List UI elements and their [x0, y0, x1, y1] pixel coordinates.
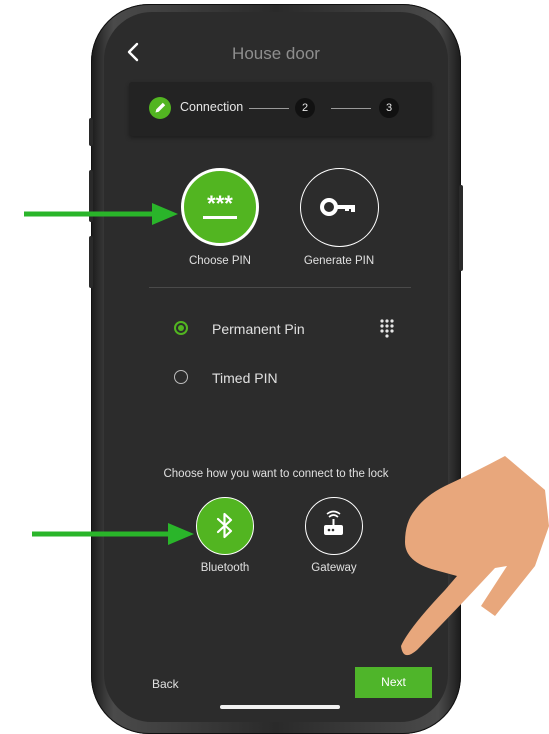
step-connector — [331, 108, 371, 109]
phone-side-button — [89, 236, 93, 288]
generate-pin-label: Generate PIN — [303, 255, 375, 267]
step-3-indicator: 3 — [379, 98, 399, 118]
generate-pin-button[interactable] — [300, 168, 379, 247]
permanent-pin-radio[interactable] — [174, 321, 188, 335]
key-icon — [320, 198, 355, 216]
bluetooth-icon — [216, 512, 233, 539]
svg-text:***: *** — [207, 191, 233, 216]
bluetooth-label: Bluetooth — [200, 562, 250, 574]
step-connector — [249, 108, 289, 109]
annotation-arrow-icon — [32, 523, 194, 545]
pointing-hand-icon — [401, 456, 549, 656]
step-1-label: Connection — [180, 100, 244, 114]
timed-pin-label: Timed PIN — [212, 370, 278, 386]
phone-side-button — [459, 185, 463, 271]
page-title: House door — [232, 44, 320, 63]
choose-pin-label: Choose PIN — [188, 255, 251, 267]
pencil-icon — [149, 97, 171, 119]
choose-pin-button[interactable]: *** — [181, 168, 259, 246]
bluetooth-button[interactable] — [196, 497, 254, 555]
timed-pin-radio[interactable] — [174, 370, 188, 384]
back-button[interactable]: Back — [152, 677, 179, 691]
phone-side-button — [89, 118, 93, 146]
section-divider — [149, 287, 411, 288]
progress-stepper: Connection 2 3 — [129, 82, 432, 136]
next-button[interactable]: Next — [355, 667, 432, 698]
gateway-button[interactable] — [305, 497, 363, 555]
gateway-label: Gateway — [311, 562, 357, 574]
pin-dots-icon: *** — [203, 191, 237, 219]
step-2-indicator: 2 — [295, 98, 315, 118]
keypad-icon[interactable] — [379, 318, 395, 338]
gateway-icon — [324, 510, 343, 535]
home-indicator — [220, 705, 340, 709]
annotation-arrow-icon — [24, 203, 178, 225]
permanent-pin-label: Permanent Pin — [212, 321, 305, 337]
